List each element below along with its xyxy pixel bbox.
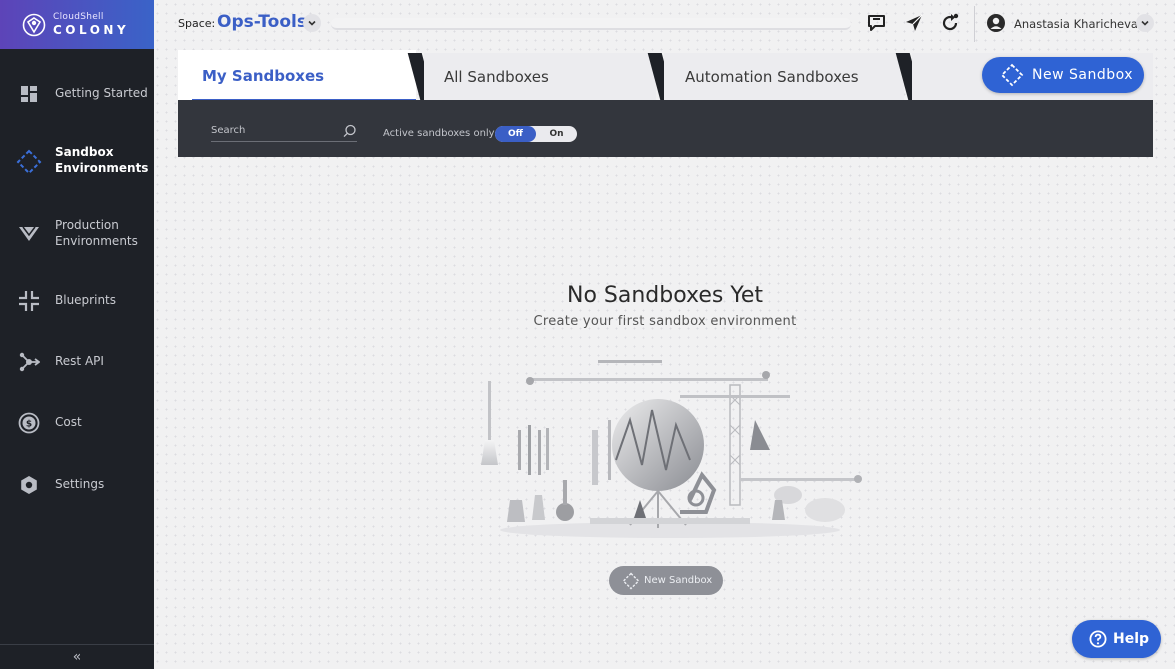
dashboard-icon (18, 83, 40, 105)
header-divider (974, 6, 975, 42)
svg-text:$: $ (26, 420, 32, 430)
space-dropdown-button[interactable] (303, 14, 321, 32)
sidebar-item-production-environments[interactable]: Production Environments (0, 217, 154, 251)
sidebar-item-label: Getting Started (55, 86, 148, 100)
sidebar-item-sandbox-environments[interactable]: Sandbox Environments (0, 144, 154, 178)
sidebar-item-label: Cost (55, 415, 82, 429)
filter-toolbar: Search Active sandboxes only Off On (178, 100, 1153, 157)
laboratory-illustration (481, 360, 862, 538)
help-label: Help (1113, 631, 1150, 647)
sandbox-diamond-icon (622, 572, 640, 589)
empty-state-subtitle: Create your first sandbox environment (533, 314, 797, 329)
send-icon[interactable] (903, 12, 925, 34)
rest-api-icon (18, 351, 40, 373)
double-chevron-left-icon: « (72, 649, 82, 665)
tab-automation-sandboxes[interactable]: Automation Sandboxes (664, 53, 904, 100)
announcement-icon[interactable] (866, 12, 888, 34)
sidebar-item-label: Rest API (55, 354, 104, 368)
empty-state-title: No Sandboxes Yet (566, 283, 764, 308)
brand-name: COLONY (53, 23, 130, 37)
brand-header[interactable]: CloudShell COLONY (0, 0, 154, 49)
empty-state-new-sandbox-button[interactable]: New Sandbox (609, 566, 723, 595)
tab-label: All Sandboxes (444, 67, 549, 86)
blueprints-icon (18, 290, 40, 312)
sidebar-item-label: Production Environments (55, 218, 138, 248)
toggle-off-option[interactable]: Off (495, 126, 536, 142)
user-name[interactable]: Anastasia Kharicheva (1014, 17, 1138, 31)
chevron-down-icon (1141, 20, 1149, 26)
new-sandbox-button[interactable]: New Sandbox (982, 57, 1144, 93)
tab-all-sandboxes[interactable]: All Sandboxes (424, 53, 656, 100)
top-bar: Space: Ops-Tools Anastasia Kharicheva (154, 0, 1175, 46)
refresh-icon[interactable] (939, 12, 961, 34)
colony-logo-icon (22, 13, 46, 36)
empty-state-button-label: New Sandbox (644, 575, 713, 586)
sidebar-item-settings[interactable]: Settings (0, 473, 154, 497)
chevron-down-icon (308, 20, 316, 26)
help-button[interactable]: Help (1072, 620, 1161, 658)
search-placeholder: Search (211, 125, 246, 136)
active-sandboxes-toggle[interactable]: Off On (495, 126, 577, 142)
search-icon[interactable] (343, 124, 357, 138)
tab-my-sandboxes[interactable]: My Sandboxes (178, 50, 416, 102)
sidebar-item-cost[interactable]: $ Cost (0, 411, 154, 435)
space-name[interactable]: Ops-Tools (217, 12, 307, 32)
sandbox-diamond-icon (1000, 63, 1024, 87)
active-sandboxes-label: Active sandboxes only (383, 128, 495, 139)
help-question-icon (1089, 630, 1107, 648)
production-icon (18, 223, 40, 245)
search-input[interactable]: Search (211, 124, 357, 142)
global-search-bar[interactable] (331, 18, 851, 30)
brand-text: CloudShell COLONY (53, 12, 130, 37)
sidebar-item-label: Settings (55, 477, 105, 491)
toggle-on-option[interactable]: On (536, 126, 577, 142)
user-menu-dropdown-button[interactable] (1136, 14, 1154, 32)
tab-label: Automation Sandboxes (685, 67, 859, 86)
sidebar-item-rest-api[interactable]: Rest API (0, 350, 154, 374)
settings-icon (18, 474, 40, 496)
user-avatar-icon[interactable] (986, 13, 1006, 33)
sidebar-item-getting-started[interactable]: Getting Started (0, 82, 154, 106)
sidebar: CloudShell COLONY Getting Started Sandbo… (0, 0, 154, 669)
tab-label: My Sandboxes (202, 67, 325, 85)
brand-subtitle: CloudShell (53, 12, 104, 22)
new-sandbox-label: New Sandbox (1032, 67, 1134, 83)
sandbox-diamond-icon (16, 149, 42, 175)
sidebar-item-label: Blueprints (55, 293, 117, 307)
sidebar-collapse-button[interactable]: « (0, 644, 154, 669)
sidebar-item-label: Sandbox Environments (55, 145, 149, 175)
sidebar-item-blueprints[interactable]: Blueprints (0, 289, 154, 313)
cost-dollar-icon: $ (18, 412, 40, 434)
space-label: Space: (178, 17, 216, 30)
